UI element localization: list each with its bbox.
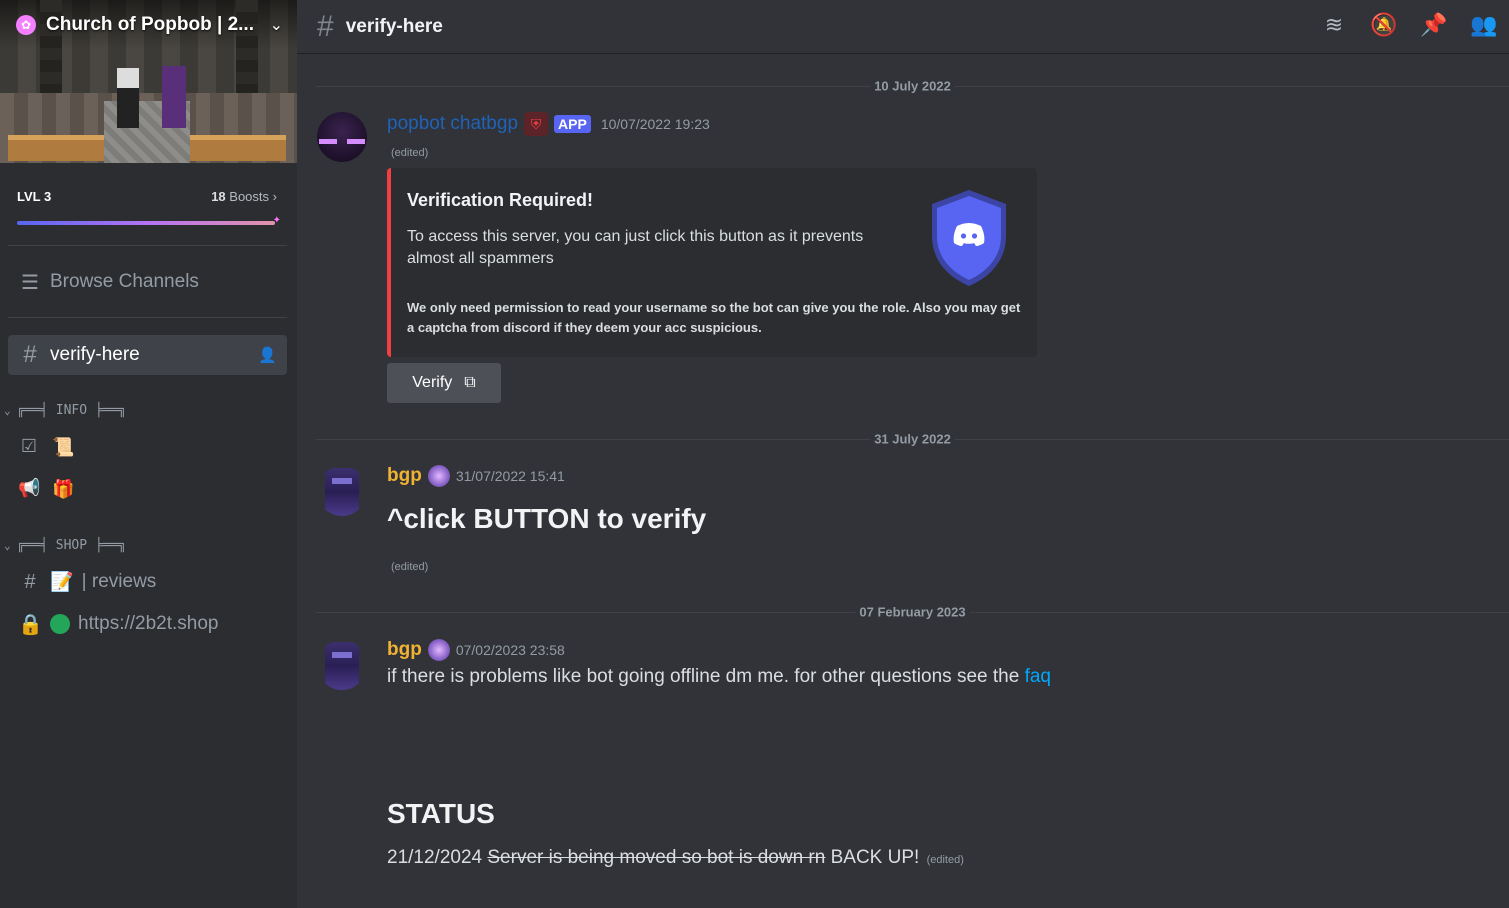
- channel-reviews[interactable]: # 📝 | reviews: [8, 562, 287, 602]
- header-toolbar: ≋ 🔕 📌 👥: [1309, 0, 1509, 50]
- edited-label: (edited): [391, 147, 429, 159]
- server-name: Church of Popbob | 2...: [46, 14, 254, 35]
- app-badge: APP: [554, 115, 591, 133]
- hash-icon: #: [317, 9, 334, 43]
- boost-count[interactable]: 18 Boosts ›: [211, 189, 277, 204]
- edited-label: (edited): [391, 561, 429, 573]
- chevron-down-icon: ⌄: [4, 539, 11, 552]
- status-line: 21/12/2024 Server is being moved so bot …: [387, 847, 964, 868]
- scroll-emoji: 📜: [52, 436, 75, 457]
- server-badge-icon: ✿: [16, 15, 36, 35]
- category-label: ╔══╡ INFO ╞══╗: [16, 403, 127, 418]
- date-separator: 07 February 2023: [316, 604, 1509, 620]
- verify-button[interactable]: Verify ⧉: [387, 363, 501, 403]
- threads-icon[interactable]: ≋: [1309, 12, 1359, 38]
- avatar[interactable]: [317, 640, 367, 690]
- category-label: ╔══╡ SHOP ╞══╗: [16, 538, 127, 553]
- hash-icon: #: [23, 341, 37, 368]
- message-header: bgp 07/02/2023 23:58: [387, 639, 565, 661]
- embed-title: Verification Required!: [407, 190, 594, 210]
- browse-channels[interactable]: ☰ Browse Channels: [8, 262, 287, 302]
- status-heading: STATUS: [387, 798, 495, 829]
- category-shop[interactable]: ⌄ ╔══╡ SHOP ╞══╗: [4, 538, 126, 553]
- channel-title: verify-here: [345, 15, 443, 37]
- rules-icon: ☑: [20, 436, 38, 456]
- message-text: if there is problems like bot going offl…: [387, 666, 1051, 687]
- timestamp: 31/07/2022 15:41: [455, 468, 565, 484]
- chevron-down-icon[interactable]: ⌄: [270, 15, 283, 35]
- channel-verify-here[interactable]: # verify-here 👤: [8, 335, 287, 375]
- sparkle-icon: ✦: [272, 215, 281, 226]
- channel-label: https://2b2t.shop: [78, 613, 219, 634]
- boost-level: LVL 3: [17, 189, 52, 204]
- category-info[interactable]: ⌄ ╔══╡ INFO ╞══╗: [4, 403, 126, 418]
- chevron-right-icon: ›: [272, 189, 277, 204]
- channel-label: | reviews: [81, 571, 157, 592]
- struck-text: Server is being moved so bot is down rn: [487, 847, 826, 868]
- mute-icon[interactable]: 🔕: [1359, 12, 1409, 38]
- boost-bar: ✦: [17, 215, 281, 226]
- role-icon: [427, 465, 450, 487]
- green-circle-emoji: [50, 614, 70, 634]
- username[interactable]: bgp: [387, 639, 422, 661]
- verification-embed: Verification Required! To access this se…: [387, 168, 1037, 357]
- channel-header: # verify-here ≋ 🔕 📌 👥: [297, 0, 1509, 54]
- channel-announcements[interactable]: 📢 🎁: [18, 478, 74, 500]
- verify-button-label: Verify: [412, 374, 453, 391]
- server-header[interactable]: ✿ Church of Popbob | 2... ⌄: [0, 0, 297, 50]
- server-sidebar: ✿ Church of Popbob | 2... ⌄ LVL 3 18 Boo…: [0, 0, 297, 908]
- message-text: ^click BUTTON to verify: [387, 503, 707, 534]
- browse-channels-label: Browse Channels: [50, 271, 199, 292]
- gift-emoji: 🎁: [52, 478, 75, 499]
- message-header: popbot chatbgp ⛨ APP 10/07/2022 19:23: [387, 112, 710, 136]
- boost-bar-fill: [17, 221, 275, 225]
- channel-label: verify-here: [50, 344, 140, 365]
- role-icon: [427, 639, 450, 661]
- date-separator: 10 July 2022: [316, 78, 1509, 94]
- date-separator: 31 July 2022: [316, 431, 1509, 447]
- discord-shield-icon: [932, 190, 1006, 286]
- faq-link[interactable]: faq: [1025, 666, 1051, 687]
- browse-channels-icon: ☰: [21, 271, 39, 294]
- edited-label: (edited): [926, 854, 964, 866]
- embed-description: To access this server, you can just clic…: [407, 228, 864, 267]
- announcement-icon: 📢: [18, 478, 41, 498]
- avatar[interactable]: [317, 466, 367, 516]
- members-icon[interactable]: 👥: [1459, 12, 1509, 38]
- hash-icon: #: [24, 570, 36, 593]
- external-link-icon: ⧉: [464, 374, 476, 391]
- pin-icon[interactable]: 📌: [1409, 12, 1459, 38]
- add-member-icon[interactable]: 👤: [258, 346, 277, 364]
- avatar[interactable]: [317, 112, 367, 162]
- chevron-down-icon: ⌄: [4, 404, 11, 417]
- lock-icon: 🔒: [18, 613, 43, 636]
- timestamp: 07/02/2023 23:58: [455, 642, 565, 658]
- timestamp: 10/07/2022 19:23: [600, 116, 710, 132]
- embed-note: We only need permission to read your use…: [407, 300, 1021, 335]
- shield-icon: ⛨: [524, 112, 549, 136]
- username[interactable]: bgp: [387, 465, 422, 487]
- message-header: bgp 31/07/2022 15:41: [387, 465, 565, 487]
- channel-shop-link[interactable]: 🔒 https://2b2t.shop: [8, 604, 287, 644]
- username[interactable]: popbot chatbgp: [387, 113, 518, 135]
- memo-emoji: 📝: [50, 572, 74, 593]
- channel-rules[interactable]: ☑ 📜: [18, 436, 75, 458]
